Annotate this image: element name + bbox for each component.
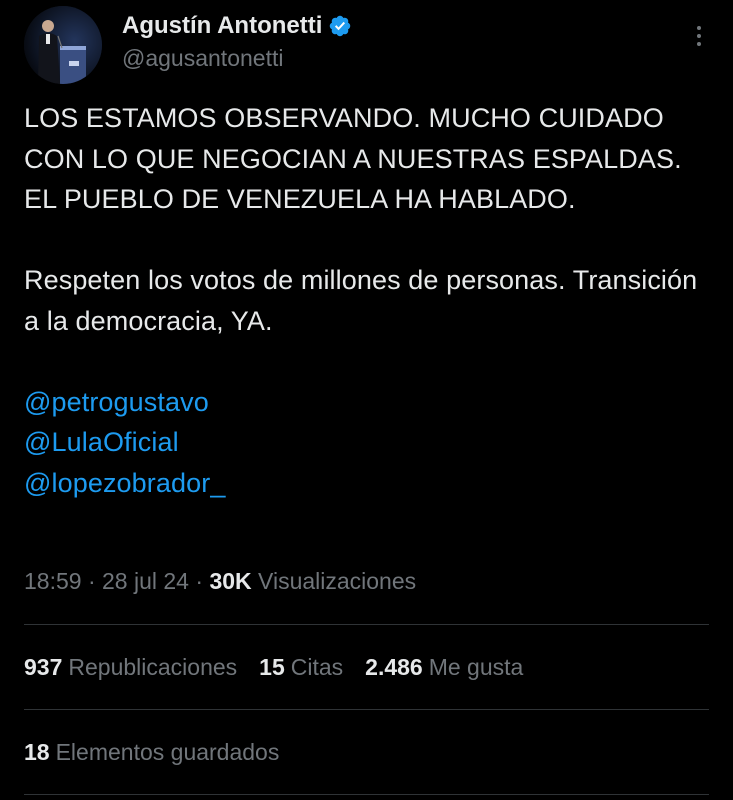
mention-link[interactable]: @petrogustavo	[24, 382, 714, 423]
quotes-count: 15	[259, 654, 285, 680]
author-display-name[interactable]: Agustín Antonetti	[122, 12, 322, 40]
verified-badge-icon	[328, 14, 352, 38]
more-vertical-icon	[697, 26, 701, 30]
divider	[24, 794, 709, 795]
more-vertical-icon	[697, 34, 701, 38]
engagement-stats: 937 Republicaciones 15 Citas 2.486 Me gusta	[24, 654, 545, 681]
likes-label: Me gusta	[428, 654, 524, 680]
tweet-time[interactable]: 18:59	[24, 568, 82, 594]
divider	[24, 709, 709, 710]
mention-link[interactable]: @lopezobrador_	[24, 463, 714, 504]
tweet-paragraph: Respeten los votos de millones de person…	[24, 265, 698, 336]
mention-link[interactable]: @LulaOficial	[24, 422, 714, 463]
author-display-name-row[interactable]: Agustín Antonetti	[122, 12, 352, 40]
avatar-photo	[24, 6, 102, 84]
bookmarks-label: Elementos guardados	[55, 739, 280, 765]
author-handle[interactable]: @agusantonetti	[122, 45, 283, 72]
more-vertical-icon	[697, 42, 701, 46]
retweets-stat[interactable]: 937 Republicaciones	[24, 654, 237, 681]
retweets-count: 937	[24, 654, 63, 680]
avatar[interactable]	[24, 6, 102, 84]
meta-separator: ·	[81, 568, 103, 594]
tweet-date[interactable]: 28 jul 24	[102, 568, 189, 594]
quotes-label: Citas	[290, 654, 344, 680]
more-options-button[interactable]	[687, 20, 711, 52]
divider	[24, 624, 709, 625]
likes-stat[interactable]: 2.486 Me gusta	[365, 654, 523, 681]
views-count: 30K	[209, 568, 252, 594]
likes-count: 2.486	[365, 654, 423, 680]
meta-separator: ·	[188, 568, 210, 594]
tweet-text: LOS ESTAMOS OBSERVANDO. MUCHO CUIDADO CO…	[24, 98, 714, 503]
tweet-meta: 18:59 · 28 jul 24 · 30K Visualizaciones	[24, 568, 416, 595]
quotes-stat[interactable]: 15 Citas	[259, 654, 343, 681]
bookmarks-stat[interactable]: 18 Elementos guardados	[24, 739, 279, 766]
retweets-label: Republicaciones	[68, 654, 238, 680]
tweet-paragraph: LOS ESTAMOS OBSERVANDO. MUCHO CUIDADO CO…	[24, 103, 682, 214]
views-label: Visualizaciones	[258, 568, 417, 594]
bookmarks-count: 18	[24, 739, 50, 765]
